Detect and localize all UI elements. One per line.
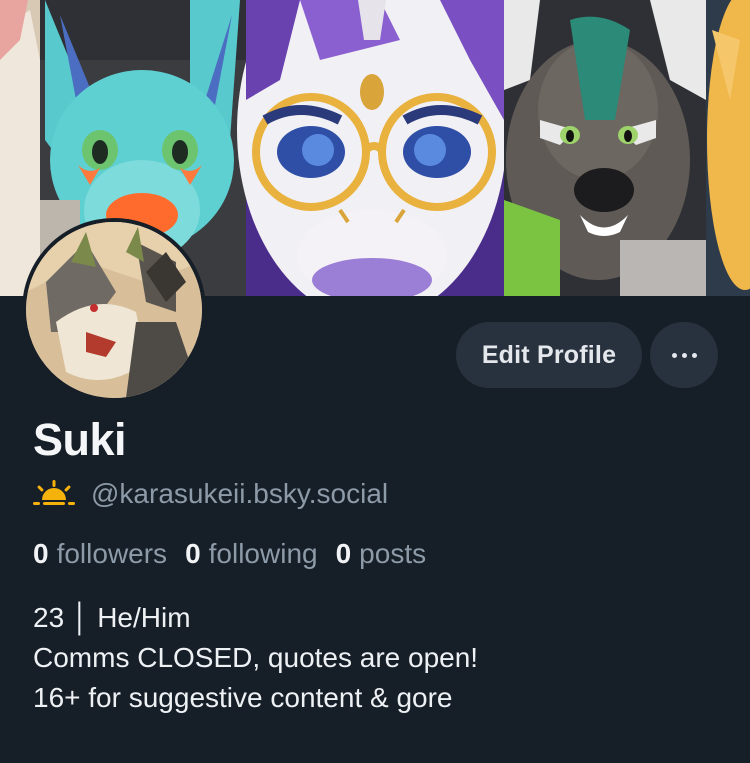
followers-label: followers bbox=[56, 538, 168, 569]
bio-line: 16+ for suggestive content & gore bbox=[33, 682, 453, 713]
followers-stat[interactable]: 0 followers bbox=[33, 538, 167, 570]
profile-page: Edit Profile Suki @karasukeii.bsky.socia… bbox=[0, 0, 750, 763]
following-count: 0 bbox=[185, 538, 201, 569]
more-horizontal-icon bbox=[671, 352, 697, 358]
edit-profile-button[interactable]: Edit Profile bbox=[456, 322, 642, 388]
stats-row: 0 followers 0 following 0 posts bbox=[33, 538, 426, 570]
bio-line: Comms CLOSED, quotes are open! bbox=[33, 642, 479, 673]
bio-line: 23 │ He/Him bbox=[33, 602, 191, 633]
handle-row: @karasukeii.bsky.social bbox=[33, 478, 388, 510]
following-label: following bbox=[208, 538, 318, 569]
posts-stat: 0 posts bbox=[336, 538, 427, 570]
handle-text[interactable]: @karasukeii.bsky.social bbox=[91, 478, 388, 510]
followers-count: 0 bbox=[33, 538, 49, 569]
avatar[interactable] bbox=[22, 218, 206, 402]
display-name: Suki bbox=[33, 414, 127, 465]
posts-count: 0 bbox=[335, 538, 352, 569]
sunrise-icon bbox=[33, 478, 75, 510]
avatar-image bbox=[26, 222, 202, 398]
following-stat[interactable]: 0 following bbox=[185, 538, 318, 570]
profile-bio: 23 │ He/Him Comms CLOSED, quotes are ope… bbox=[33, 598, 478, 718]
more-options-button[interactable] bbox=[650, 322, 718, 388]
posts-label: posts bbox=[359, 538, 427, 569]
